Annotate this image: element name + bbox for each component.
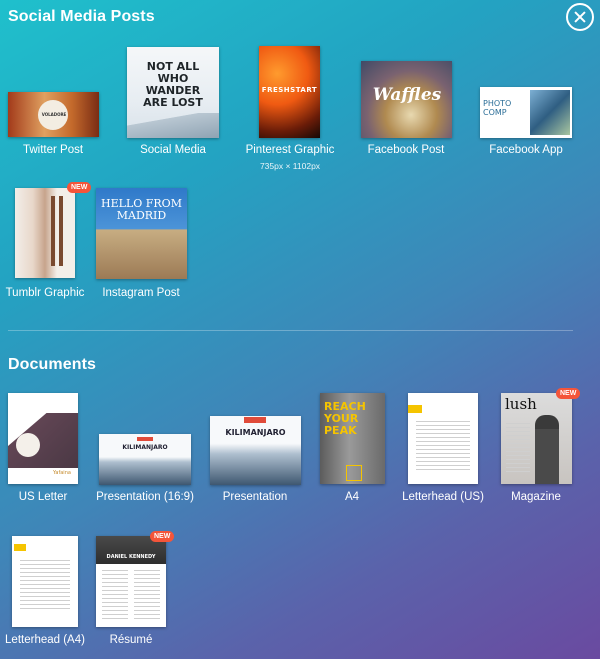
presentation-thumbnail[interactable]: KILIMANJARO	[210, 416, 301, 485]
social-media-label[interactable]: Social Media	[140, 144, 206, 156]
instagram-post-label[interactable]: Instagram Post	[102, 287, 179, 299]
pinterest-graphic-label[interactable]: Pinterest Graphic	[246, 144, 335, 156]
close-icon[interactable]	[566, 3, 594, 31]
magazine-label[interactable]: Magazine	[511, 491, 561, 503]
new-badge: NEW	[556, 388, 581, 399]
twitter-post-label[interactable]: Twitter Post	[23, 144, 83, 156]
instagram-post-thumbnail[interactable]: HELLO FROM MADRID	[96, 188, 187, 279]
tumblr-graphic-thumbnail[interactable]	[15, 188, 75, 278]
resume-thumbnail[interactable]: DANIEL KENNEDY	[96, 536, 166, 627]
facebook-post-label[interactable]: Facebook Post	[368, 144, 445, 156]
section-divider	[8, 330, 573, 331]
resume-label[interactable]: Résumé	[110, 634, 153, 646]
new-badge: NEW	[150, 531, 175, 542]
new-badge: NEW	[67, 182, 92, 193]
letterhead-us-label[interactable]: Letterhead (US)	[402, 491, 484, 503]
facebook-post-thumbnail[interactable]: Waffles	[361, 61, 452, 138]
facebook-app-label[interactable]: Facebook App	[489, 144, 563, 156]
presentation-16-9-label[interactable]: Presentation (16:9)	[96, 491, 194, 503]
facebook-app-thumbnail[interactable]: PHOTO COMP	[480, 87, 572, 138]
letterhead-a4-label[interactable]: Letterhead (A4)	[5, 634, 85, 646]
us-letter-label[interactable]: US Letter	[19, 491, 68, 503]
a4-label[interactable]: A4	[345, 491, 359, 503]
presentation-label[interactable]: Presentation	[223, 491, 288, 503]
section-title-social: Social Media Posts	[8, 8, 155, 25]
magazine-thumbnail[interactable]: lush	[501, 393, 572, 484]
letterhead-a4-thumbnail[interactable]	[12, 536, 78, 627]
pinterest-graphic-thumbnail[interactable]: FRESHSTART	[259, 46, 320, 138]
section-title-documents: Documents	[8, 356, 97, 373]
twitter-post-thumbnail[interactable]: VOLADORE	[8, 92, 99, 137]
tumblr-graphic-label[interactable]: Tumblr Graphic	[6, 287, 85, 299]
a4-thumbnail[interactable]: REACH YOUR PEAK	[320, 393, 385, 484]
pinterest-dimensions: 735px × 1102px	[259, 161, 321, 171]
social-media-thumbnail[interactable]: NOT ALL WHO WANDER ARE LOST	[127, 47, 219, 138]
letterhead-us-thumbnail[interactable]	[408, 393, 478, 484]
us-letter-thumbnail[interactable]: Yafaina	[8, 393, 78, 484]
presentation-16-9-thumbnail[interactable]: KILIMANJARO	[99, 434, 191, 485]
